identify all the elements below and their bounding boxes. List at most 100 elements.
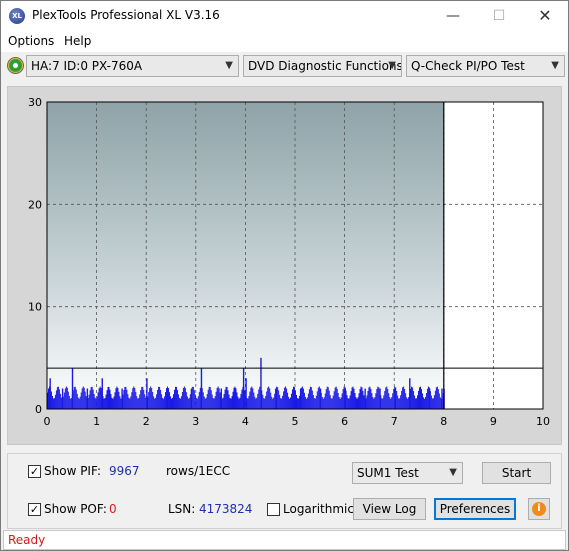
pi-bar [294,387,296,409]
pi-bar [262,394,264,409]
info-button[interactable]: i [528,498,550,520]
show-pif-checkbox[interactable]: ✓ [28,465,41,478]
pi-bar [116,386,118,409]
pi-bar [125,386,127,409]
pi-bar [135,391,137,409]
pi-bar [120,398,122,409]
pi-bar [356,398,358,409]
pi-bar [166,388,168,409]
view-log-button[interactable]: View Log [353,498,426,520]
test-select-value: Q-Check PI/PO Test [411,59,525,73]
pi-bar [229,398,231,409]
pi-bar [408,397,410,409]
pi-bar [368,387,370,409]
pi-bar [96,396,98,409]
pi-bar [115,388,117,409]
pi-bar [254,396,256,409]
chevron-down-icon: ▼ [388,60,396,71]
pi-bar [54,394,56,409]
pi-bar [53,398,55,409]
maximize-button[interactable]: ☐ [476,1,522,31]
logarithmic-checkbox[interactable] [267,503,280,516]
pi-bar [156,394,158,409]
pi-bar [302,388,304,409]
pi-bar [93,393,95,409]
pi-bar [234,386,236,409]
pi-bar [195,397,197,409]
y-tick-label: 0 [35,403,42,416]
pi-bar [71,368,74,409]
pi-bar [189,394,191,409]
pi-bar [286,388,288,409]
pi-bar [67,391,69,409]
pi-bar [184,388,186,409]
pi-bar [212,397,214,409]
pi-bar [181,391,183,409]
pi-bar [157,389,159,409]
pi-bar [174,386,176,409]
pi-bar [307,393,309,409]
close-button[interactable]: ✕ [522,1,568,31]
pi-bar [196,398,198,409]
pi-bar [185,392,187,409]
pi-bar [336,388,338,409]
pi-bar [313,398,315,409]
show-pof-checkbox[interactable]: ✓ [28,503,41,516]
pi-bar [240,393,242,409]
pi-bar [400,395,402,409]
pi-bar [359,389,361,409]
pi-bar [310,387,312,409]
pi-bar [343,386,345,409]
pi-bar [290,397,292,409]
pi-bar [264,398,266,409]
pi-bar [58,389,60,409]
pi-bar [257,393,259,409]
pi-bar [248,395,250,409]
x-tick-label: 3 [192,415,199,428]
drive-select-value: HA:7 ID:0 PX-760A [31,59,143,73]
pi-bar [236,392,238,409]
pi-bar [392,393,394,409]
pi-bar [436,386,438,409]
pi-bar [177,394,179,409]
drive-select[interactable]: HA:7 ID:0 PX-760A ▼ [26,55,239,77]
pi-bar [355,397,357,409]
pi-bar [98,388,100,409]
pi-bar [256,397,258,409]
pi-bar [81,388,83,409]
menu-options[interactable]: Options [8,34,54,48]
pi-bar [399,398,401,409]
pi-bar [237,396,239,409]
preferences-button[interactable]: Preferences [434,498,516,520]
test-select[interactable]: Q-Check PI/PO Test ▼ [406,55,565,77]
pi-bar [164,396,166,409]
pi-bar [315,395,317,409]
pi-bar [51,395,53,409]
pi-bar [75,389,77,409]
pi-bar [211,394,213,409]
pi-bar [69,398,71,409]
pi-bar [396,390,398,409]
pi-bar [297,398,299,409]
pi-bar [420,389,422,409]
start-button[interactable]: Start [482,462,551,484]
pi-bar [154,398,156,409]
pi-bar [255,398,257,409]
pi-bar [383,395,385,409]
y-tick-label: 10 [28,301,42,314]
pi-bar [219,392,221,409]
pi-bar [406,397,408,409]
pi-bar [140,389,142,409]
pi-bar [291,393,293,409]
sum-test-select[interactable]: SUM1 Test ▼ [352,462,463,484]
pi-bar [278,390,280,409]
menu-help[interactable]: Help [64,34,91,48]
pi-bar [328,390,330,409]
function-select[interactable]: DVD Diagnostic Functions ▼ [243,55,402,77]
pi-bar [308,389,310,409]
pi-bar [416,398,418,409]
minimize-button[interactable]: — [430,1,476,31]
pi-bar [144,394,146,409]
x-tick-label: 9 [490,415,497,428]
pi-bar [362,390,364,409]
